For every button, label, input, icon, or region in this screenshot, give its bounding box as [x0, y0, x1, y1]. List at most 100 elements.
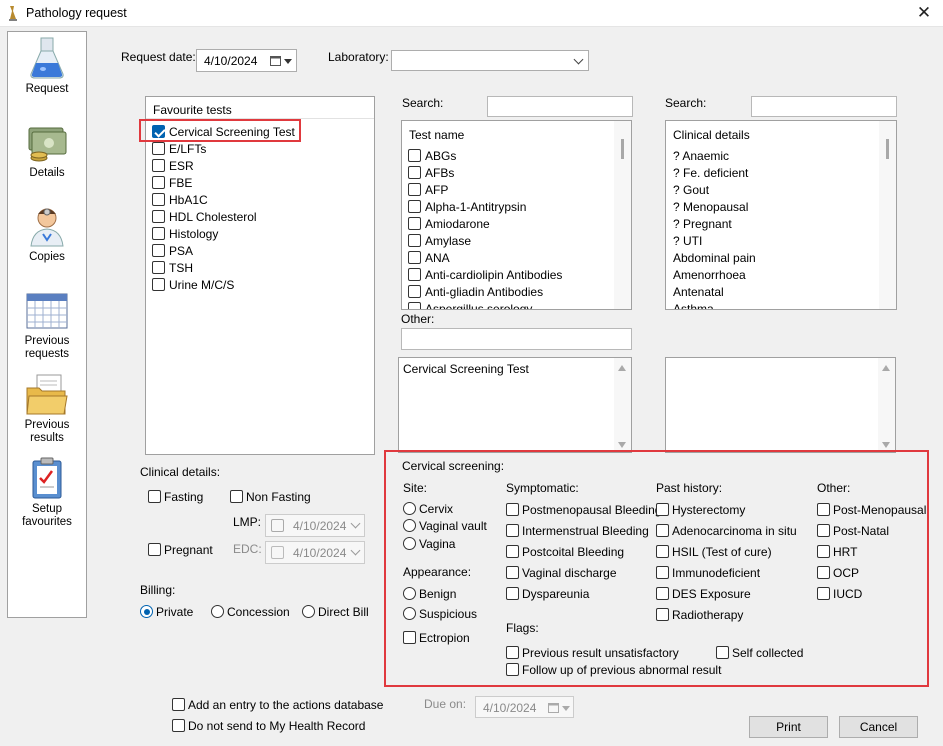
favourite-checkbox[interactable] [152, 278, 165, 291]
test-checkbox[interactable] [408, 285, 421, 298]
clinical-details-item[interactable]: ? Menopausal [673, 200, 748, 214]
favourite-checkbox[interactable] [152, 227, 165, 240]
favourite-checkbox[interactable] [152, 261, 165, 274]
close-icon[interactable]: ✕ [914, 3, 934, 23]
other-condition-checkbox[interactable] [817, 545, 830, 558]
clinical-list-scrollbar[interactable] [879, 121, 896, 309]
scroll-thumb[interactable] [886, 139, 889, 159]
other-condition-checkbox[interactable] [817, 587, 830, 600]
clinical-search-input[interactable] [751, 96, 897, 117]
appearance-benign-radio[interactable] [403, 587, 416, 600]
symptomatic-checkbox[interactable] [506, 545, 519, 558]
favourite-label: Histology [169, 227, 219, 241]
nav-copies[interactable]: Copies [8, 204, 86, 264]
symptomatic-checkbox[interactable] [506, 503, 519, 516]
symptomatic-label: Vaginal discharge [522, 566, 617, 580]
edc-enable-checkbox[interactable] [271, 546, 284, 559]
clinical-details-item[interactable]: ? Anaemic [673, 149, 729, 163]
clinical-details-item[interactable]: ? Fe. deficient [673, 166, 748, 180]
clinical-details-item[interactable]: ? Pregnant [673, 217, 732, 231]
pregnant-checkbox[interactable] [148, 543, 161, 556]
memo-scrollbar[interactable] [614, 358, 631, 452]
test-checkbox[interactable] [408, 217, 421, 230]
laboratory-select[interactable] [391, 50, 589, 71]
request-date-label: Request date: [121, 50, 196, 64]
favourite-checkbox[interactable] [152, 210, 165, 223]
memo-scrollbar[interactable] [878, 358, 895, 452]
clinical-details-item[interactable]: Antenatal [673, 285, 724, 299]
due-on-date-picker[interactable]: 4/10/2024 [475, 696, 574, 718]
fasting-checkbox[interactable] [148, 490, 161, 503]
other-condition-checkbox[interactable] [817, 503, 830, 516]
site-vaginal-vault-radio[interactable] [403, 519, 416, 532]
flag-follow-up-checkbox[interactable] [506, 663, 519, 676]
test-checkbox[interactable] [408, 251, 421, 264]
favourite-checkbox[interactable] [152, 244, 165, 257]
test-checkbox[interactable] [408, 268, 421, 281]
other-condition-checkbox[interactable] [817, 524, 830, 537]
lmp-enable-checkbox[interactable] [271, 519, 284, 532]
billing-private-radio[interactable] [140, 605, 153, 618]
nav-previous-requests[interactable]: Previous requests [8, 288, 86, 361]
symptomatic-checkbox[interactable] [506, 524, 519, 537]
laboratory-label: Laboratory: [328, 50, 389, 64]
test-checkbox[interactable] [408, 200, 421, 213]
test-checkbox[interactable] [408, 302, 421, 309]
past-history-checkbox[interactable] [656, 587, 669, 600]
flag-previous-unsatisfactory-checkbox[interactable] [506, 646, 519, 659]
nav-previous-results[interactable]: Previous results [8, 372, 86, 445]
request-date-picker[interactable]: 4/10/2024 [196, 49, 297, 72]
billing-concession-radio[interactable] [211, 605, 224, 618]
scroll-up-icon[interactable] [618, 365, 626, 371]
appearance-suspicious-radio[interactable] [403, 607, 416, 620]
clinical-details-item[interactable]: Amenorrhoea [673, 268, 746, 282]
clinical-details-item[interactable]: Abdominal pain [673, 251, 756, 265]
favourite-checkbox[interactable] [152, 176, 165, 189]
test-checkbox[interactable] [408, 166, 421, 179]
cancel-button[interactable]: Cancel [839, 716, 918, 738]
do-not-send-mhr-checkbox[interactable] [172, 719, 185, 732]
test-list-scrollbar[interactable] [614, 121, 631, 309]
other-input[interactable] [401, 328, 632, 350]
scroll-thumb[interactable] [621, 139, 624, 159]
clinical-details-item[interactable]: ? UTI [673, 234, 702, 248]
symptomatic-checkbox[interactable] [506, 587, 519, 600]
favourite-checkbox[interactable] [152, 159, 165, 172]
favourite-checkbox[interactable] [152, 142, 165, 155]
non-fasting-checkbox[interactable] [230, 490, 243, 503]
favourite-tests-list: Favourite tests Cervical Screening Test E… [145, 96, 375, 455]
clinical-details-item[interactable]: Asthma [673, 302, 714, 309]
ectropion-checkbox[interactable] [403, 631, 416, 644]
add-entry-checkbox[interactable] [172, 698, 185, 711]
test-search-input[interactable] [487, 96, 633, 117]
clinical-memo[interactable] [665, 357, 896, 453]
test-checkbox[interactable] [408, 234, 421, 247]
past-history-checkbox[interactable] [656, 545, 669, 558]
clinical-details-item[interactable]: ? Gout [673, 183, 709, 197]
flag-self-collected-checkbox[interactable] [716, 646, 729, 659]
favourite-checkbox[interactable] [152, 193, 165, 206]
test-checkbox[interactable] [408, 183, 421, 196]
site-vagina-radio[interactable] [403, 537, 416, 550]
past-history-label: Past history: [656, 481, 723, 495]
edc-date-picker[interactable]: 4/10/2024 [265, 541, 365, 564]
past-history-checkbox[interactable] [656, 524, 669, 537]
nav-request[interactable]: Request [8, 36, 86, 96]
selected-tests-memo[interactable]: Cervical Screening Test [398, 357, 632, 453]
nav-setup-favourites[interactable]: Setup favourites [8, 456, 86, 529]
print-button[interactable]: Print [749, 716, 828, 738]
lmp-date-picker[interactable]: 4/10/2024 [265, 514, 365, 537]
nav-details[interactable]: Details [8, 120, 86, 180]
scroll-up-icon[interactable] [882, 365, 890, 371]
past-history-checkbox[interactable] [656, 608, 669, 621]
past-history-checkbox[interactable] [656, 566, 669, 579]
cervical-screening-title: Cervical screening: [402, 459, 505, 473]
scroll-down-icon[interactable] [618, 442, 626, 448]
billing-direct-bill-radio[interactable] [302, 605, 315, 618]
other-condition-checkbox[interactable] [817, 566, 830, 579]
test-checkbox[interactable] [408, 149, 421, 162]
site-cervix-radio[interactable] [403, 502, 416, 515]
scroll-down-icon[interactable] [882, 442, 890, 448]
symptomatic-checkbox[interactable] [506, 566, 519, 579]
past-history-checkbox[interactable] [656, 503, 669, 516]
